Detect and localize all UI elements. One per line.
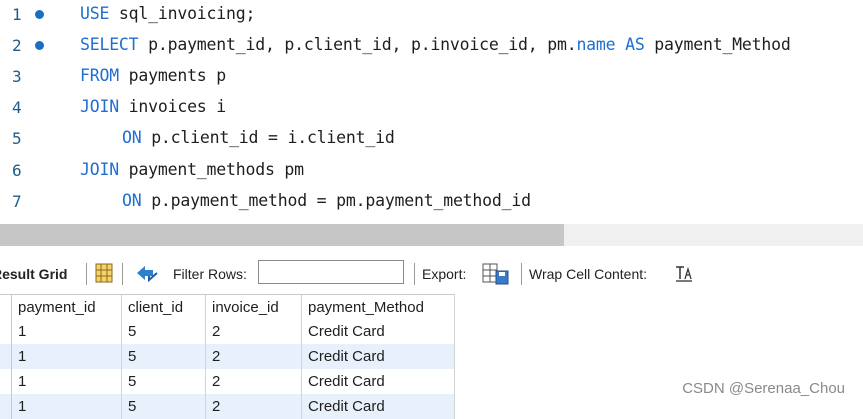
table-row[interactable]: 1 5 2 Credit Card xyxy=(0,344,455,369)
sql-keyword: AS xyxy=(625,35,645,54)
column-header[interactable]: client_id xyxy=(122,295,206,320)
line-number: 1 xyxy=(12,5,22,24)
line-number: 4 xyxy=(12,98,22,117)
row-selector[interactable] xyxy=(0,319,12,344)
line-number: 2 xyxy=(12,36,22,55)
column-header[interactable]: payment_id xyxy=(12,295,122,320)
sql-keyword: name xyxy=(576,35,616,54)
line-number: 3 xyxy=(12,67,22,86)
grid-header-row: payment_id client_id invoice_id payment_Met… xyxy=(0,294,455,321)
line-number: 5 xyxy=(12,129,22,148)
editor-line[interactable]: 5 ON p.client_id = i.client_id xyxy=(0,124,863,155)
table-cell[interactable]: 5 xyxy=(122,369,206,394)
column-divider xyxy=(454,369,455,394)
editor-line[interactable]: 7 ON p.payment_method = pm.payment_method… xyxy=(0,187,863,218)
column-divider xyxy=(454,344,455,369)
column-divider xyxy=(205,295,206,320)
wrap-cell-content-label: Wrap Cell Content: xyxy=(529,266,648,282)
column-divider xyxy=(121,295,122,320)
table-cell[interactable]: Credit Card xyxy=(302,369,455,394)
filter-rows-input[interactable] xyxy=(258,260,404,284)
code-text: ON p.payment_method = pm.payment_method_… xyxy=(122,191,531,210)
line-number: 7 xyxy=(12,192,22,211)
statement-marker-icon[interactable] xyxy=(35,41,44,50)
column-divider xyxy=(301,369,302,394)
code-text: FROM payments p xyxy=(80,66,226,85)
table-cell[interactable]: 2 xyxy=(206,369,302,394)
column-header[interactable]: payment_Method xyxy=(302,295,455,320)
code-text: JOIN payment_methods pm xyxy=(80,160,304,179)
sql-keyword: FROM xyxy=(80,66,119,85)
sql-text: p.payment_method = pm.payment_method_id xyxy=(141,191,531,210)
scrollbar-thumb[interactable] xyxy=(0,224,564,246)
table-cell[interactable]: Credit Card xyxy=(302,344,455,369)
toolbar-divider xyxy=(414,263,415,285)
editor-horizontal-scrollbar[interactable] xyxy=(0,224,863,246)
code-text: USE sql_invoicing; xyxy=(80,4,255,23)
line-number: 6 xyxy=(12,161,22,180)
sql-keyword: SELECT xyxy=(80,35,139,54)
toolbar-divider xyxy=(521,263,522,285)
row-selector[interactable] xyxy=(0,295,12,320)
column-divider xyxy=(301,295,302,320)
editor-line[interactable]: 1 USE sql_invoicing; xyxy=(0,0,863,31)
sql-text: payment_Method xyxy=(644,35,791,54)
code-text: SELECT p.payment_id, p.client_id, p.invo… xyxy=(80,35,791,54)
sql-keyword: ON xyxy=(122,128,142,147)
column-divider xyxy=(205,319,206,344)
refresh-icon[interactable] xyxy=(134,262,160,287)
filter-rows-label: Filter Rows: xyxy=(173,266,247,282)
row-selector[interactable] xyxy=(0,369,12,394)
sql-editor[interactable]: 1 USE sql_invoicing; 2 SELECT p.payment_id,… xyxy=(0,0,863,222)
column-divider xyxy=(454,319,455,344)
sql-text: sql_invoicing; xyxy=(109,4,256,23)
code-text: ON p.client_id = i.client_id xyxy=(122,128,395,147)
table-cell[interactable]: 2 xyxy=(206,319,302,344)
toolbar-divider xyxy=(122,263,123,285)
export-label: Export: xyxy=(422,266,467,282)
row-selector[interactable] xyxy=(0,344,12,369)
column-divider xyxy=(301,344,302,369)
sql-text: p.payment_id, p.client_id, p.invoice_id,… xyxy=(138,35,577,54)
sql-text: invoices i xyxy=(118,97,227,116)
grid-view-icon[interactable] xyxy=(95,263,113,286)
editor-line[interactable]: 3 FROM payments p xyxy=(0,62,863,93)
table-cell[interactable]: 2 xyxy=(206,344,302,369)
table-cell[interactable]: 1 xyxy=(12,369,122,394)
column-divider xyxy=(205,369,206,394)
column-divider xyxy=(121,344,122,369)
column-header[interactable]: invoice_id xyxy=(206,295,302,320)
column-divider xyxy=(205,344,206,369)
code-text: JOIN invoices i xyxy=(80,97,226,116)
sql-text: payments p xyxy=(118,66,227,85)
table-row[interactable]: 1 5 2 Credit Card xyxy=(0,369,455,394)
table-row[interactable]: 1 5 2 Credit Card xyxy=(0,319,455,344)
table-cell[interactable]: 1 xyxy=(12,319,122,344)
table-cell[interactable]: 5 xyxy=(122,319,206,344)
export-icon[interactable] xyxy=(482,262,510,289)
column-divider xyxy=(301,319,302,344)
column-divider xyxy=(454,295,455,320)
editor-line[interactable]: 6 JOIN payment_methods pm xyxy=(0,156,863,187)
sql-keyword: USE xyxy=(80,4,110,23)
table-cell[interactable]: 5 xyxy=(122,344,206,369)
statement-marker-icon[interactable] xyxy=(35,10,44,19)
sql-keyword: ON xyxy=(122,191,142,210)
editor-line[interactable]: 4 JOIN invoices i xyxy=(0,93,863,124)
column-divider xyxy=(121,369,122,394)
wrap-text-icon[interactable] xyxy=(674,265,694,286)
table-cell[interactable]: 1 xyxy=(12,344,122,369)
sql-text: payment_methods pm xyxy=(118,160,304,179)
table-cell[interactable]: Credit Card xyxy=(302,319,455,344)
sql-keyword: JOIN xyxy=(80,97,119,116)
sql-keyword: JOIN xyxy=(80,160,119,179)
result-toolbar: Result Grid Filter Rows: Export: Wrap Ce xyxy=(0,256,863,292)
toolbar-divider xyxy=(86,263,87,285)
editor-line[interactable]: 2 SELECT p.payment_id, p.client_id, p.inv… xyxy=(0,31,863,62)
sql-text: p.client_id = i.client_id xyxy=(141,128,395,147)
column-divider xyxy=(121,319,122,344)
watermark: CSDN @Serenaa_Chou xyxy=(682,380,845,397)
result-grid-tab[interactable]: Result Grid xyxy=(0,266,67,282)
